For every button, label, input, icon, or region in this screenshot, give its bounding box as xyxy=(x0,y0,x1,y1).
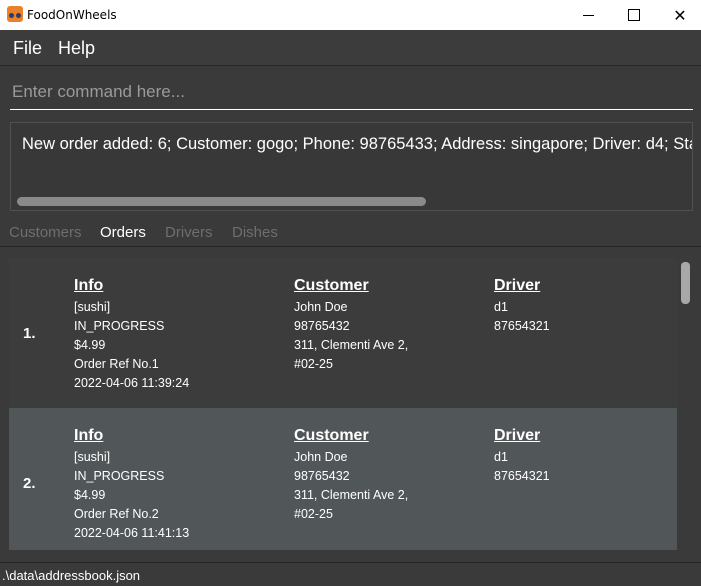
menu-help[interactable]: Help xyxy=(58,38,95,59)
customer-name: John Doe xyxy=(294,300,348,314)
order-index: 2. xyxy=(23,475,36,492)
app-logo-icon xyxy=(7,6,23,22)
order-price: $4.99 xyxy=(74,338,106,352)
result-display: New order added: 6; Customer: gogo; Phon… xyxy=(10,122,693,211)
menu-bar: File Help xyxy=(0,30,701,66)
order-ref: Order Ref No.1 xyxy=(74,357,159,371)
order-dishes: [sushi] xyxy=(74,450,111,464)
order-ref: Order Ref No.2 xyxy=(74,507,159,521)
order-card[interactable]: 1. Info [sushi] IN_PROGRESS $4.99 Order … xyxy=(9,258,677,408)
customer-name: John Doe xyxy=(294,450,348,464)
tab-dishes[interactable]: Dishes xyxy=(232,224,278,241)
order-datetime: 2022-04-06 11:39:24 xyxy=(74,376,190,390)
minimize-icon[interactable] xyxy=(565,0,611,30)
status-bar: .\data\addressbook.json xyxy=(0,562,701,586)
title-bar: FoodOnWheels ✕ xyxy=(0,0,701,30)
order-datetime: 2022-04-06 11:41:13 xyxy=(74,526,190,540)
driver-phone: 87654321 xyxy=(494,469,550,483)
maximize-icon[interactable] xyxy=(611,0,657,30)
customer-heading: Customer xyxy=(294,427,369,444)
order-info: Info [sushi] IN_PROGRESS $4.99 Order Ref… xyxy=(74,277,189,393)
order-card[interactable]: 2. Info [sushi] IN_PROGRESS $4.99 Order … xyxy=(9,408,677,550)
order-status: IN_PROGRESS xyxy=(74,319,165,333)
command-box xyxy=(10,74,693,110)
window-title: FoodOnWheels xyxy=(27,8,117,22)
tab-orders[interactable]: Orders xyxy=(100,224,146,241)
info-heading: Info xyxy=(74,277,104,294)
order-price: $4.99 xyxy=(74,488,106,502)
driver-name: d1 xyxy=(494,450,508,464)
order-status: IN_PROGRESS xyxy=(74,469,165,483)
customer-address: 311, Clementi Ave 2, xyxy=(294,338,409,352)
result-text: New order added: 6; Customer: gogo; Phon… xyxy=(22,135,692,153)
customer-address: #02-25 xyxy=(294,357,333,371)
command-input[interactable] xyxy=(10,74,693,109)
list-scrollbar[interactable] xyxy=(681,262,690,304)
result-scrollbar[interactable] xyxy=(17,197,426,206)
customer-phone: 98765432 xyxy=(294,469,350,483)
customer-address: 311, Clementi Ave 2, xyxy=(294,488,409,502)
order-customer: Customer John Doe 98765432 311, Clementi… xyxy=(294,277,408,374)
driver-phone: 87654321 xyxy=(494,319,550,333)
tab-drivers[interactable]: Drivers xyxy=(165,224,213,241)
data-file-path: .\data\addressbook.json xyxy=(2,568,141,583)
order-list: 1. Info [sushi] IN_PROGRESS $4.99 Order … xyxy=(9,258,677,550)
driver-name: d1 xyxy=(494,300,508,314)
order-driver: Driver d1 87654321 xyxy=(494,277,550,336)
order-driver: Driver d1 87654321 xyxy=(494,427,550,486)
order-dishes: [sushi] xyxy=(74,300,111,314)
info-heading: Info xyxy=(74,427,104,444)
customer-heading: Customer xyxy=(294,277,369,294)
order-index: 1. xyxy=(23,325,36,342)
customer-address: #02-25 xyxy=(294,507,333,521)
order-customer: Customer John Doe 98765432 311, Clementi… xyxy=(294,427,408,524)
tab-bar: Customers Orders Drivers Dishes xyxy=(0,219,701,247)
close-icon[interactable]: ✕ xyxy=(657,0,701,30)
menu-file[interactable]: File xyxy=(13,38,42,59)
customer-phone: 98765432 xyxy=(294,319,350,333)
tab-customers[interactable]: Customers xyxy=(9,224,82,241)
driver-heading: Driver xyxy=(494,277,541,294)
driver-heading: Driver xyxy=(494,427,541,444)
order-info: Info [sushi] IN_PROGRESS $4.99 Order Ref… xyxy=(74,427,189,543)
